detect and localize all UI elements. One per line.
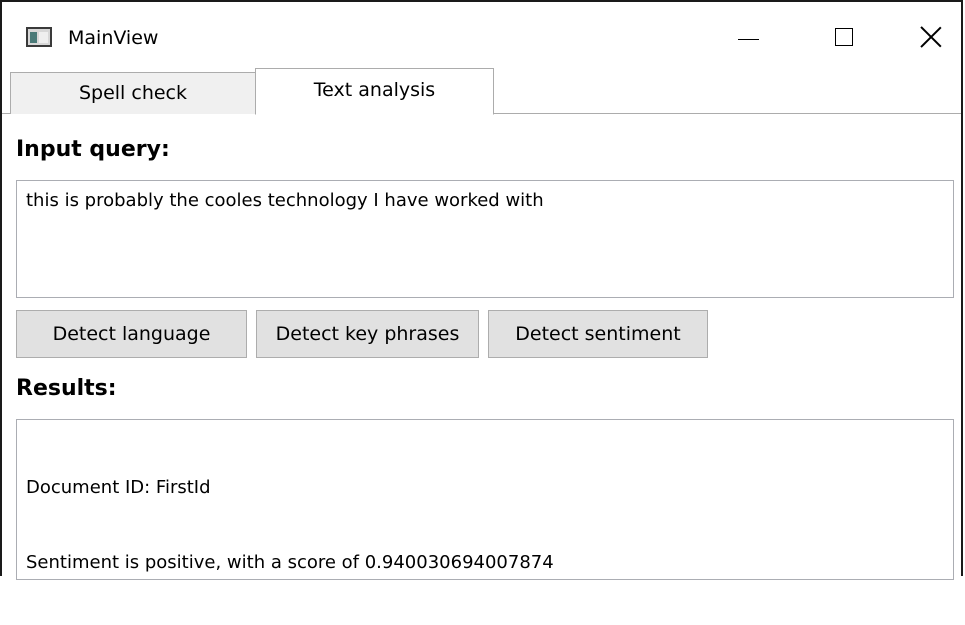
minimize-icon (738, 39, 759, 40)
detect-key-phrases-button[interactable]: Detect key phrases (256, 310, 479, 358)
app-window-icon (26, 27, 52, 47)
input-query-textbox[interactable]: this is probably the cooles technology I… (16, 180, 954, 298)
tab-text-analysis[interactable]: Text analysis (255, 68, 494, 115)
results-textbox[interactable]: Document ID: FirstId Sentiment is positi… (16, 419, 954, 580)
results-heading: Results: (16, 376, 117, 401)
result-line-document-id: Document ID: FirstId (26, 477, 211, 498)
window-title: MainView (68, 27, 159, 49)
detect-sentiment-button[interactable]: Detect sentiment (488, 310, 708, 358)
maximize-icon (835, 28, 853, 46)
close-icon (918, 24, 944, 50)
input-query-heading: Input query: (16, 137, 170, 162)
detect-language-button[interactable]: Detect language (16, 310, 247, 358)
title-bar[interactable]: MainView (2, 2, 961, 68)
tab-strip: Spell check Text analysis (2, 68, 961, 116)
tab-spell-check[interactable]: Spell check (10, 72, 256, 114)
minimize-button[interactable] (716, 12, 776, 62)
maximize-button[interactable] (814, 12, 874, 62)
result-line-sentiment: Sentiment is positive, with a score of 0… (26, 552, 554, 573)
close-button[interactable] (900, 12, 960, 62)
main-window: MainView Spell check Text analysis Input… (0, 0, 963, 580)
